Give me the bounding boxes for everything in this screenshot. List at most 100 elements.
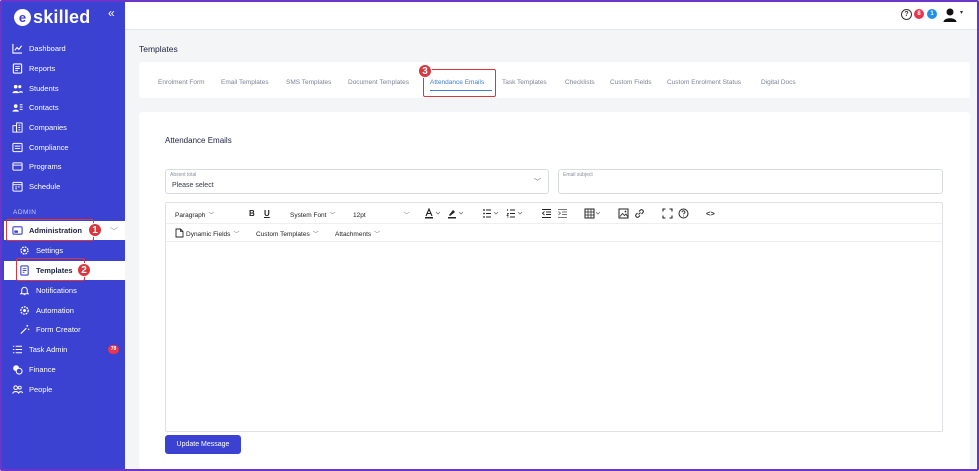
chevron-down-icon: ﹀ [534, 179, 541, 186]
sidebar-item-label: People [29, 384, 53, 394]
outdent-icon[interactable] [541, 208, 552, 219]
sidebar-item-label: Notifications [36, 285, 77, 295]
sidebar-item-label: Companies [29, 122, 67, 132]
custom-templates-menu[interactable]: Custom Templates ﹀ [256, 229, 319, 238]
tab-email-templates[interactable]: Email Templates [221, 79, 269, 86]
sidebar-item-contacts[interactable]: Contacts [12, 99, 59, 115]
sidebar-item-companies[interactable]: Companies [12, 119, 67, 135]
eskilled-logo[interactable]: e skilled [14, 7, 90, 28]
help-icon[interactable]: ? [901, 9, 912, 20]
sidebar-item-programs[interactable]: Programs [12, 158, 62, 174]
tab-sms-templates[interactable]: SMS Templates [286, 79, 331, 86]
tab-task-templates[interactable]: Task Templates [502, 79, 547, 86]
coins-icon [13, 364, 23, 375]
font-family-select[interactable]: System Font ﹀ [290, 210, 336, 219]
template-tabs: Enrolment Form Email Templates SMS Templ… [139, 62, 970, 98]
sidebar-item-people[interactable]: People [12, 381, 52, 397]
sidebar-item-automation[interactable]: Automation [19, 302, 74, 318]
top-bar: ? 8 1 ▾ [125, 2, 977, 30]
chevron-down-icon: ﹀ [374, 232, 381, 238]
sidebar-item-label: Reports [29, 63, 56, 73]
sidebar-item-label: Dashboard [29, 43, 66, 53]
update-message-button[interactable]: Update Message [165, 435, 241, 454]
tab-digital-docs[interactable]: Digital Docs [761, 79, 796, 86]
sidebar-item-label: Form Creator [36, 324, 81, 334]
folder-icon [12, 161, 23, 171]
dynamic-fields-menu[interactable]: Dynamic Fields ﹀ [186, 229, 239, 238]
tab-custom-fields[interactable]: Custom Fields [610, 79, 652, 86]
font-size-value: 12pt [353, 212, 366, 219]
custom-templates-label: Custom Templates [256, 231, 310, 238]
logo-mark: e [14, 9, 31, 26]
tab-checklists[interactable]: Checklists [565, 79, 595, 86]
sidebar-item-compliance[interactable]: Compliance [12, 139, 69, 155]
document-icon [175, 228, 184, 238]
highlight-box-templates [16, 258, 85, 281]
users-icon [12, 84, 23, 93]
sidebar-item-notifications[interactable]: Notifications [19, 282, 77, 298]
sidebar-item-label: Compliance [29, 142, 69, 152]
collapse-sidebar-icon[interactable]: « [108, 6, 115, 20]
chevron-down-icon: ﹀ [329, 213, 336, 219]
sidebar-item-students[interactable]: Students [12, 80, 59, 96]
absent-total-label: Absent total [170, 172, 197, 178]
help-circle-icon[interactable] [678, 208, 689, 219]
text-color-icon[interactable] [424, 208, 442, 219]
step-marker-3: 3 [418, 64, 432, 78]
attachments-label: Attachments [335, 231, 372, 238]
checklist-icon [12, 142, 23, 152]
rich-text-editor: Paragraph ﹀ B U System Font ﹀ 12pt ﹀ <> Dyn… [165, 202, 943, 432]
fullscreen-icon[interactable] [662, 208, 673, 219]
sidebar-item-finance[interactable]: Finance [12, 361, 56, 377]
sidebar-item-form-creator[interactable]: Form Creator [19, 321, 81, 337]
chart-line-icon [12, 43, 23, 54]
bullet-list-icon[interactable] [482, 208, 500, 219]
block-format-select[interactable]: Paragraph ﹀ [175, 210, 214, 219]
sidebar-item-task-admin[interactable]: Task Admin [12, 341, 67, 357]
dynamic-fields-label: Dynamic Fields [186, 231, 231, 238]
tab-custom-enrolment-status[interactable]: Custom Enrolment Status [667, 79, 741, 86]
bold-button[interactable]: B [249, 209, 255, 218]
email-subject-label: Email subject [563, 172, 593, 178]
building-icon [12, 121, 23, 133]
contact-card-icon [12, 103, 23, 112]
task-list-icon [12, 345, 23, 353]
table-icon[interactable] [584, 208, 602, 219]
calendar-icon [12, 181, 23, 192]
sidebar-item-dashboard[interactable]: Dashboard [12, 40, 66, 56]
font-size-select[interactable]: 12pt ﹀ [353, 210, 410, 219]
sidebar-item-schedule[interactable]: Schedule [12, 178, 60, 194]
card-title: Attendance Emails [165, 136, 232, 145]
user-menu-caret-icon[interactable]: ▾ [960, 9, 963, 16]
user-avatar-icon[interactable] [942, 7, 958, 23]
tab-document-templates[interactable]: Document Templates [348, 79, 409, 86]
underline-button[interactable]: U [264, 209, 270, 218]
source-code-button[interactable]: <> [706, 209, 715, 218]
chevron-down-icon: ﹀ [208, 213, 215, 219]
sidebar-item-settings[interactable]: Settings [19, 242, 63, 258]
highlight-box-attendance-emails [423, 69, 496, 97]
sidebar-item-reports[interactable]: Reports [12, 60, 55, 76]
editor-toolbar-primary: Paragraph ﹀ B U System Font ﹀ 12pt ﹀ <> [166, 203, 942, 224]
indent-icon[interactable] [557, 208, 568, 219]
editor-content-area[interactable] [166, 243, 942, 431]
sidebar: e skilled « Dashboard Reports Students C… [2, 2, 125, 469]
sidebar-item-label: Task Admin [29, 344, 68, 354]
notification-badge-blue[interactable]: 1 [927, 9, 937, 19]
bell-icon [19, 286, 30, 295]
email-subject-field[interactable]: Email subject [558, 169, 943, 194]
absent-total-select[interactable]: Absent total Please select ﹀ [165, 169, 549, 194]
highlight-box-administration [6, 219, 94, 241]
gear-icon [20, 245, 29, 255]
attachments-menu[interactable]: Attachments ﹀ [335, 229, 380, 238]
image-icon[interactable] [618, 208, 629, 219]
step-marker-2: 2 [77, 263, 91, 277]
tab-enrolment-form[interactable]: Enrolment Form [158, 79, 205, 86]
report-icon [12, 62, 23, 74]
notification-badge-red[interactable]: 8 [914, 9, 924, 19]
numbered-list-icon[interactable] [506, 208, 524, 219]
chevron-down-icon: ﹀ [233, 232, 240, 238]
sidebar-item-label: Students [29, 83, 59, 93]
highlight-color-icon[interactable] [447, 208, 465, 219]
link-icon[interactable] [634, 208, 645, 219]
